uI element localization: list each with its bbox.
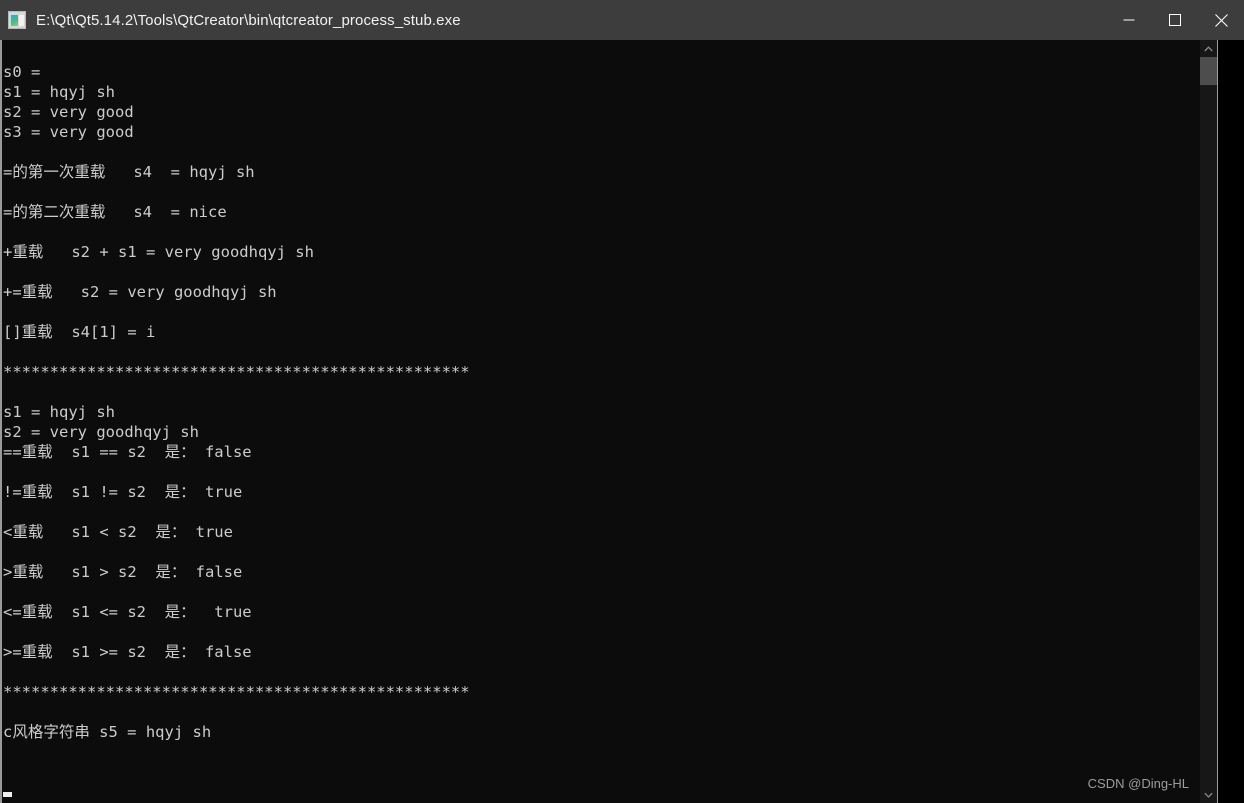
console-line: s3 = very good [3, 123, 134, 141]
window-left-frame [0, 40, 2, 803]
terminal-body[interactable]: s0 = s1 = hqyj sh s2 = very good s3 = very… [0, 40, 1244, 803]
console-line: +=重载 s2 = very goodhqyj sh [3, 283, 277, 301]
console-line: []重载 s4[1] = i [3, 323, 156, 341]
console-cursor-line [3, 782, 1199, 802]
console-line: !=重载 s1 != s2 是： true [3, 483, 243, 501]
close-icon [1214, 13, 1228, 27]
console-line: ****************************************… [3, 363, 470, 381]
console-line: +重载 s2 + s1 = very goodhqyj sh [3, 243, 314, 261]
console-line: ==重载 s1 == s2 是： false [3, 443, 252, 461]
vertical-scrollbar[interactable] [1200, 40, 1217, 803]
scroll-down-button[interactable] [1200, 786, 1217, 803]
chevron-down-icon [1204, 792, 1213, 798]
maximize-button[interactable] [1152, 0, 1198, 40]
console-line: >重载 s1 > s2 是： false [3, 563, 243, 581]
console-window-icon [8, 11, 26, 29]
console-line: >=重载 s1 >= s2 是： false [3, 643, 252, 661]
console-line: =的第一次重载 s4 = hqyj sh [3, 163, 255, 181]
console-line: <=重载 s1 <= s2 是： true [3, 603, 252, 621]
console-line: c风格字符串 s5 = hqyj sh [3, 723, 212, 741]
console-line: s1 = hqyj sh [3, 403, 115, 421]
watermark: CSDN @Ding-HL [1087, 776, 1189, 791]
console-line: s2 = very good [3, 103, 134, 121]
text-cursor [3, 792, 12, 797]
window-controls [1106, 0, 1244, 40]
chevron-up-icon [1204, 45, 1213, 51]
minimize-icon [1123, 19, 1135, 21]
console-line: <重载 s1 < s2 是： true [3, 523, 233, 541]
console-window: E:\Qt\Qt5.14.2\Tools\QtCreator\bin\qtcre… [0, 0, 1244, 803]
console-line: s0 = [3, 63, 50, 81]
maximize-icon [1169, 14, 1181, 26]
scroll-up-button[interactable] [1200, 40, 1217, 57]
minimize-button[interactable] [1106, 0, 1152, 40]
console-line: s2 = very goodhqyj sh [3, 423, 199, 441]
window-title: E:\Qt\Qt5.14.2\Tools\QtCreator\bin\qtcre… [36, 11, 461, 29]
title-bar[interactable]: E:\Qt\Qt5.14.2\Tools\QtCreator\bin\qtcre… [0, 0, 1244, 40]
console-output[interactable]: s0 = s1 = hqyj sh s2 = very good s3 = very… [3, 40, 1199, 803]
console-line: =的第二次重载 s4 = nice [3, 203, 227, 221]
close-button[interactable] [1198, 0, 1244, 40]
console-line: ****************************************… [3, 683, 470, 701]
console-line: s1 = hqyj sh [3, 83, 115, 101]
window-right-gutter [1218, 40, 1244, 803]
scrollbar-thumb[interactable] [1200, 57, 1217, 85]
